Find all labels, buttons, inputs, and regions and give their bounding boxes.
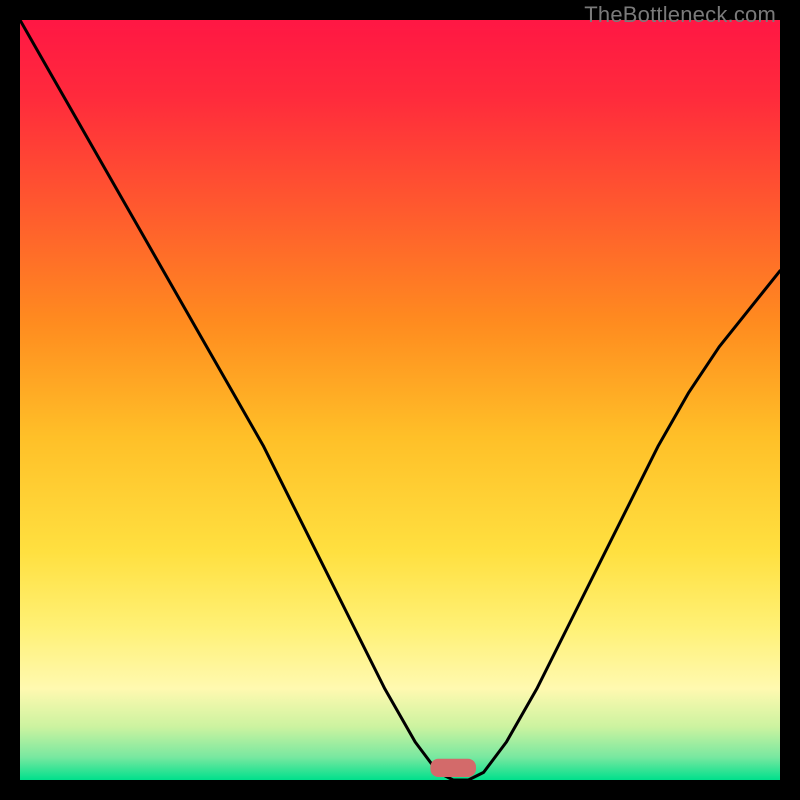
chart-frame — [20, 20, 780, 780]
watermark-text: TheBottleneck.com — [584, 2, 776, 28]
bottleneck-chart — [20, 20, 780, 780]
gradient-background — [20, 20, 780, 780]
optimal-marker — [430, 759, 476, 777]
